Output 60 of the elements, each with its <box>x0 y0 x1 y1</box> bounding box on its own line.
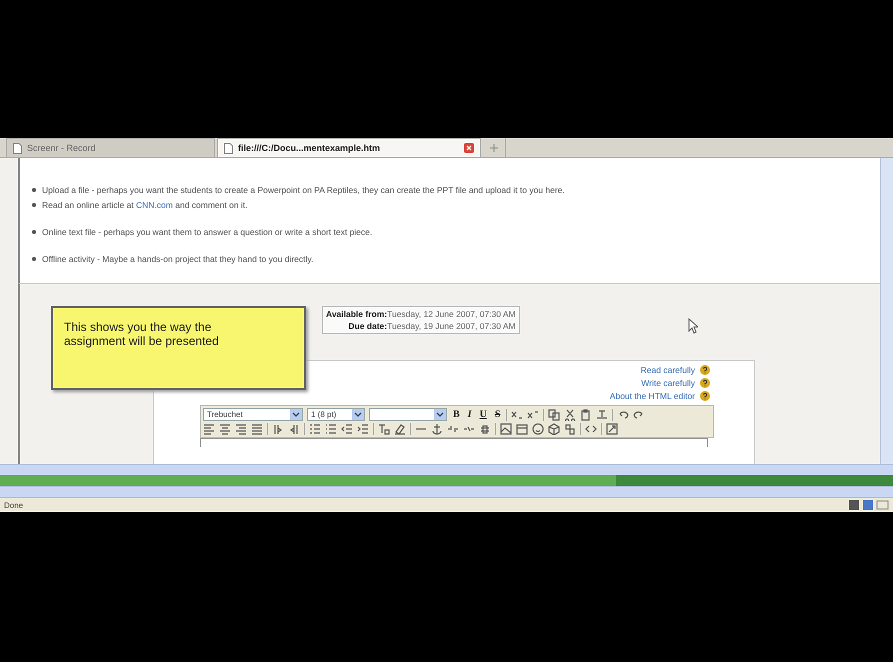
help-link[interactable]: Write carefully <box>641 378 695 388</box>
date-label: Due date: <box>347 321 388 331</box>
align-right-icon[interactable] <box>235 423 247 435</box>
page-icon <box>224 142 233 154</box>
numbered-list-icon[interactable] <box>309 423 321 435</box>
list-item: Online text file - perhaps you want them to answer a question or write a short text piece. <box>42 226 372 238</box>
mouse-pointer-icon <box>688 318 698 334</box>
image-icon[interactable] <box>500 423 512 435</box>
page-icon <box>13 142 22 154</box>
help-icon[interactable] <box>700 378 710 388</box>
link[interactable]: CNN.com <box>136 200 173 210</box>
undo-icon[interactable] <box>617 408 630 420</box>
cube-icon[interactable] <box>548 423 560 435</box>
date-value: Tuesday, 19 June 2007, 07:30 AM <box>387 321 516 331</box>
horizontal-scrollbar[interactable] <box>0 464 893 475</box>
browser-tab[interactable]: Screenr - Record <box>6 138 215 157</box>
status-icons <box>849 500 889 510</box>
browser-tab[interactable]: file:///C:/Docu...mentexample.htm <box>217 138 481 157</box>
anchor-icon[interactable] <box>431 423 443 435</box>
format-button[interactable]: B <box>451 409 462 420</box>
redo-icon[interactable] <box>633 408 646 420</box>
status-text: Done <box>4 500 24 510</box>
close-icon[interactable] <box>464 143 474 153</box>
outdent-icon[interactable] <box>341 423 353 435</box>
size-select[interactable]: 1 (8 pt) <box>307 408 365 421</box>
fullscreen-icon[interactable] <box>606 423 618 435</box>
font-select[interactable]: Trebuchet <box>203 408 303 421</box>
copy-icon[interactable] <box>548 408 560 420</box>
list-item: Offline activity - Maybe a hands-on project that they hand to you directly. <box>42 253 314 265</box>
smiley-icon[interactable] <box>532 423 544 435</box>
help-link[interactable]: About the HTML editor <box>610 391 695 401</box>
indent-icon[interactable] <box>357 423 369 435</box>
list-item: Read an online article at CNN.com and comment on it. <box>42 199 248 211</box>
justify-icon[interactable] <box>251 423 263 435</box>
align-left-icon[interactable] <box>203 423 215 435</box>
bullet-list-icon[interactable] <box>325 423 337 435</box>
align-center-icon[interactable] <box>219 423 231 435</box>
help-link[interactable]: Read carefully <box>640 365 695 375</box>
date-value: Tuesday, 12 June 2007, 07:30 AM <box>387 309 516 319</box>
cut-icon[interactable] <box>564 408 576 420</box>
help-icon[interactable] <box>700 391 710 401</box>
bullet-icon <box>32 188 36 192</box>
superscript-icon[interactable] <box>527 408 540 420</box>
format-button[interactable]: S <box>492 409 502 420</box>
table-icon[interactable] <box>516 423 528 435</box>
horizontal-scrollbar[interactable] <box>0 486 893 497</box>
help-icon[interactable] <box>700 365 710 375</box>
annotation-callout: This shows you the way the assignment will be presented <box>51 306 306 390</box>
code-icon[interactable] <box>585 423 597 435</box>
list-item: Upload a file - perhaps you want the students to create a Powerpoint on PA Reptiles, they can create the PPT file and upload it to you here. <box>42 184 565 196</box>
text-area[interactable] <box>200 438 708 447</box>
format-button[interactable]: I <box>466 409 474 420</box>
highlight-icon[interactable] <box>394 423 406 435</box>
bullet-icon <box>32 203 36 207</box>
date-label: Available from: <box>326 309 388 319</box>
bullet-icon <box>32 230 36 234</box>
vertical-scrollbar[interactable] <box>880 158 893 464</box>
format-button[interactable]: U <box>478 409 489 420</box>
paste-icon[interactable] <box>580 408 592 420</box>
bullet-icon <box>32 257 36 261</box>
